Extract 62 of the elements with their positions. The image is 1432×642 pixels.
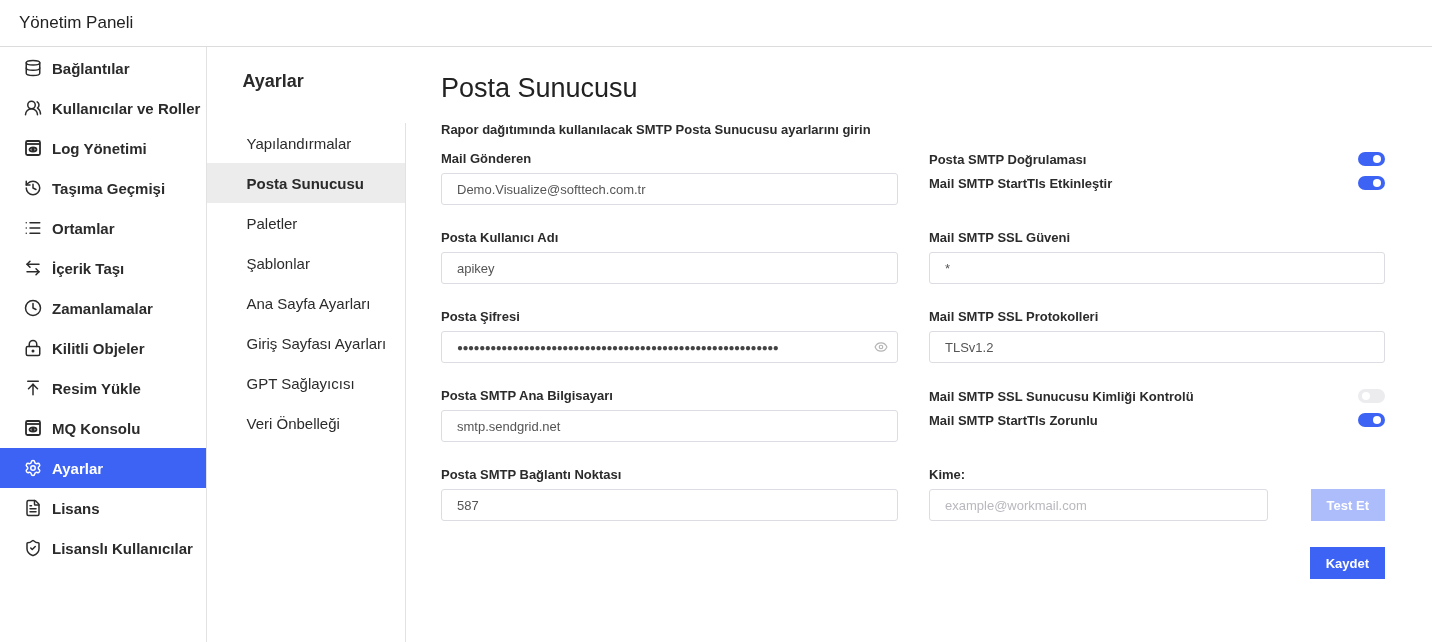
field-label: Posta Şifresi <box>441 309 521 325</box>
input-field[interactable]: TLSv1.2 <box>929 331 1385 363</box>
sidebar-item[interactable]: Lisanslı Kullanıcılar <box>0 528 206 568</box>
sidebar-item[interactable]: Lisans <box>0 488 206 528</box>
settings-menu-item[interactable]: Paletler <box>206 203 405 243</box>
clock-icon <box>24 299 42 317</box>
field-label: Mail Gönderen <box>441 151 533 167</box>
field-label: Mail SMTP SSL Güveni <box>929 230 1072 246</box>
toggle-switch[interactable] <box>1358 152 1385 166</box>
shield-icon <box>24 539 42 557</box>
arrows-icon <box>24 259 42 277</box>
toggle-switch[interactable] <box>1358 413 1385 427</box>
settings-menu-item[interactable]: GPT Sağlayıcısı <box>206 363 405 403</box>
sidebar-item[interactable]: Bağlantılar <box>0 48 206 88</box>
app-title: Yönetim Paneli <box>19 13 134 33</box>
field-label: Mail SMTP SSL Protokolleri <box>929 309 1100 325</box>
settings-icon <box>24 459 42 477</box>
sidebar-item[interactable]: Zamanlamalar <box>0 288 206 328</box>
field-label: Posta Kullanıcı Adı <box>441 230 560 246</box>
input-field[interactable]: * <box>929 252 1385 284</box>
window-eye-icon <box>24 419 42 437</box>
field-label: Posta SMTP Ana Bilgisayarı <box>441 388 614 404</box>
email-field[interactable]: example@workmail.com <box>929 489 1268 521</box>
input-field[interactable]: 587 <box>441 489 898 521</box>
upload-icon <box>24 379 42 397</box>
field-label: Kime: <box>929 467 967 483</box>
input-field[interactable]: smtp.sendgrid.net <box>441 410 898 442</box>
settings-menu-item[interactable]: Posta Sunucusu <box>206 163 405 203</box>
sidebar-item[interactable]: Kilitli Objeler <box>0 328 206 368</box>
field-label: Posta SMTP Bağlantı Noktası <box>441 467 623 483</box>
sidebar-item[interactable]: Resim Yükle <box>0 368 206 408</box>
sidebar-item[interactable]: Ortamlar <box>0 208 206 248</box>
settings-menu-item[interactable]: Ana Sayfa Ayarları <box>206 283 405 323</box>
toggle-switch[interactable] <box>1358 176 1385 190</box>
list-icon <box>24 219 42 237</box>
input-field[interactable]: Demo.Visualize@softtech.com.tr <box>441 173 898 205</box>
toggle-label: Posta SMTP Doğrulaması <box>929 151 1087 167</box>
sidebar-item[interactable]: Kullanıcılar ve Roller <box>0 88 206 128</box>
lock-icon <box>24 339 42 357</box>
history-icon <box>24 179 42 197</box>
toggle-label: Mail SMTP StartTls Zorunlu <box>929 412 1098 428</box>
settings-menu-item[interactable]: Yapılandırmalar <box>206 123 405 163</box>
database-icon <box>24 59 42 77</box>
users-icon <box>24 99 42 117</box>
save-button[interactable]: Kaydet <box>1309 547 1385 579</box>
sidebar-item[interactable]: Log Yönetimi <box>0 128 206 168</box>
settings-menu-item[interactable]: Veri Önbelleği <box>206 403 405 443</box>
sidebar-item[interactable]: MQ Konsolu <box>0 408 206 448</box>
password-field[interactable]: ●●●●●●●●●●●●●●●●●●●●●●●●●●●●●●●●●●●●●●●●●●●●●●●●●●●●●●●●●● <box>441 331 898 363</box>
window-eye-icon <box>24 139 42 157</box>
settings-title: Ayarlar <box>242 71 305 93</box>
page-title: Posta Sunucusu <box>441 73 639 104</box>
document-icon <box>24 499 42 517</box>
toggle-label: Mail SMTP StartTls Etkinleştir <box>929 175 1113 191</box>
settings-menu-item[interactable]: Şablonlar <box>206 243 405 283</box>
page-description: Rapor dağıtımında kullanılacak SMTP Posta Sunucusu ayarlarını girin <box>441 122 872 137</box>
sidebar-item[interactable]: Ayarlar <box>0 448 206 488</box>
toggle-label: Mail SMTP SSL Sunucusu Kimliği Kontrolü <box>929 388 1194 404</box>
sidebar-item[interactable]: İçerik Taşı <box>0 248 206 288</box>
sidebar-item[interactable]: Taşıma Geçmişi <box>0 168 206 208</box>
settings-menu-item[interactable]: Giriş Sayfası Ayarları <box>206 323 405 363</box>
input-field[interactable]: apikey <box>441 252 898 284</box>
